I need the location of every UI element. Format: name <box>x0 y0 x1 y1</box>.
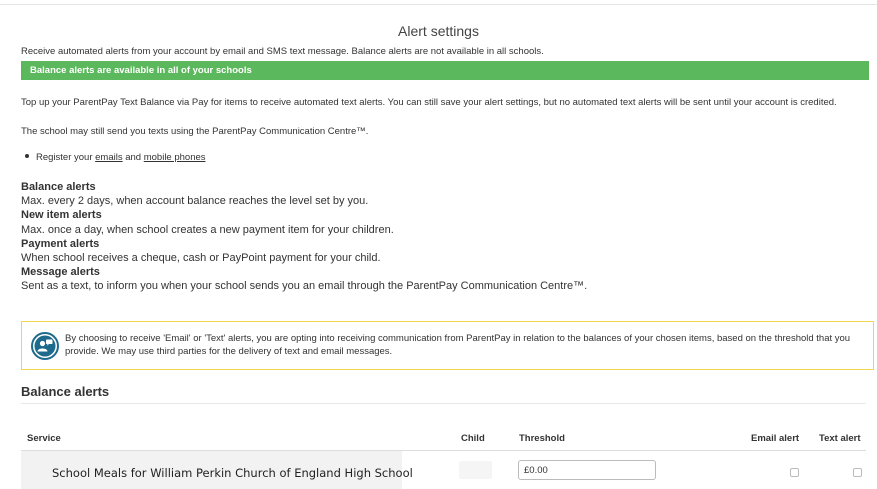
balance-alerts-heading: Balance alerts <box>21 384 110 399</box>
alert-heading-message: Message alerts <box>21 266 100 279</box>
school-text: The school may still send you texts usin… <box>21 126 369 137</box>
child-cell <box>459 461 492 479</box>
alert-heading-payment: Payment alerts <box>21 237 100 250</box>
person-chat-icon <box>31 332 59 360</box>
balance-available-banner: Balance alerts are available in all of y… <box>21 61 869 80</box>
bullet-dot <box>25 154 29 159</box>
threshold-input[interactable] <box>518 460 656 480</box>
col-header-threshold: Threshold <box>519 433 565 444</box>
alert-desc-message: Sent as a text, to inform you when your … <box>21 280 588 293</box>
col-header-child: Child <box>461 433 485 444</box>
section-divider <box>21 403 866 404</box>
col-header-email-alert: Email alert <box>751 433 800 444</box>
topup-text: Top up your ParentPay Text Balance via P… <box>21 97 837 108</box>
alert-heading-new-item: New item alerts <box>21 209 102 222</box>
consent-notice-text: By choosing to receive 'Email' or 'Text'… <box>65 333 851 357</box>
register-list-item: Register your emails and mobile phones <box>25 152 206 163</box>
alert-desc-balance: Max. every 2 days, when account balance … <box>21 195 369 208</box>
email-alert-checkbox[interactable] <box>790 468 799 477</box>
register-middle: and <box>122 152 144 163</box>
alert-heading-balance: Balance alerts <box>21 181 96 193</box>
alert-desc-new-item: Max. once a day, when school creates a n… <box>21 223 394 236</box>
service-name: School Meals for William Perkin Church o… <box>52 466 413 480</box>
text-alert-checkbox[interactable] <box>853 468 862 477</box>
alert-desc-payment: When school receives a cheque, cash or P… <box>21 252 381 265</box>
consent-notice: By choosing to receive 'Email' or 'Text'… <box>21 321 874 370</box>
alert-types-list: Balance alerts Max. every 2 days, when a… <box>21 180 587 294</box>
col-header-service: Service <box>27 433 61 444</box>
mobile-phones-link[interactable]: mobile phones <box>144 152 206 163</box>
col-header-text-alert: Text alert <box>819 433 861 444</box>
top-divider <box>0 4 877 5</box>
page-title: Alert settings <box>398 23 479 39</box>
intro-text: Receive automated alerts from your accou… <box>21 46 544 57</box>
emails-link[interactable]: emails <box>95 152 122 163</box>
register-prefix: Register your <box>36 152 96 163</box>
